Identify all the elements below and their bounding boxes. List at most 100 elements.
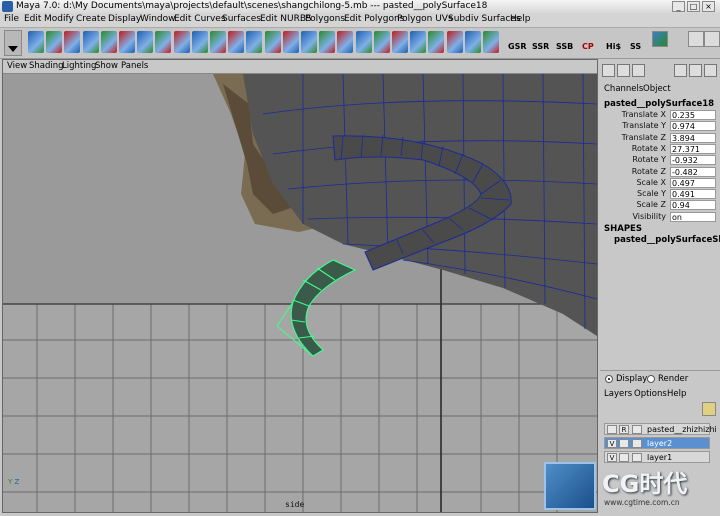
menu-surfaces[interactable]: Surfaces — [222, 14, 261, 24]
menu-polygon-uvs[interactable]: Polygon UVs — [397, 14, 453, 24]
toggle-icon[interactable] — [704, 64, 717, 77]
scene-canvas[interactable] — [3, 74, 597, 512]
panel-menu-show[interactable]: Show — [95, 61, 118, 71]
panel-menu-view[interactable]: View — [7, 61, 27, 71]
sphere-icon[interactable] — [64, 31, 81, 53]
split-edge-ring-icon[interactable] — [446, 31, 463, 53]
extract-icon[interactable] — [301, 31, 317, 53]
channel-row[interactable]: Translate X 0.235 — [600, 110, 718, 121]
move-tool-icon[interactable] — [28, 31, 44, 53]
subdivide-icon[interactable] — [337, 31, 354, 53]
tool-settings-icon[interactable] — [632, 64, 645, 77]
channel-row[interactable]: Visibility on — [600, 211, 718, 223]
channel-value-field[interactable]: on — [670, 211, 716, 222]
menu-file[interactable]: File — [4, 14, 19, 24]
panel-menu-panels[interactable]: Panels — [121, 61, 148, 71]
duplicate-face-icon[interactable] — [282, 31, 299, 53]
extrude-face-icon[interactable] — [137, 31, 154, 53]
channel-row[interactable]: Scale Y 0.491 — [600, 189, 718, 200]
layer-menu-help[interactable]: Help — [667, 389, 686, 399]
chamfer-icon[interactable] — [392, 31, 408, 53]
cube-icon[interactable] — [82, 31, 99, 53]
shelf-button-ss[interactable]: SS — [630, 42, 641, 51]
channel-row[interactable]: Rotate Z -0.482 — [600, 166, 718, 178]
channel-value-field[interactable]: 0.974 — [670, 121, 716, 132]
trash-icon[interactable] — [704, 31, 720, 47]
channel-row[interactable]: Rotate X 27.371 — [600, 143, 718, 155]
uv-editor-icon[interactable] — [483, 31, 499, 53]
collapse-icon[interactable] — [355, 31, 372, 53]
layer-menu-layers[interactable]: Layers — [604, 389, 632, 399]
channel-value-field[interactable]: 27.371 — [670, 143, 716, 154]
merge-vertices-icon[interactable] — [155, 31, 172, 53]
channel-value-field[interactable]: -0.482 — [670, 166, 716, 177]
scale-tool-icon[interactable] — [46, 31, 63, 53]
shelf-menu-tab[interactable] — [4, 30, 22, 56]
channel-row[interactable]: Scale X 0.497 — [600, 177, 718, 189]
layer-type-toggle[interactable]: R — [619, 425, 629, 434]
combine-icon[interactable] — [191, 31, 208, 53]
channel-row[interactable]: Rotate Y -0.932 — [600, 155, 718, 166]
render-icon[interactable] — [689, 64, 702, 77]
channel-menu-channels[interactable]: Channels — [604, 84, 643, 94]
channel-row[interactable]: Translate Y 0.974 — [600, 121, 718, 132]
menu-edit-polygons[interactable]: Edit Polygons — [344, 14, 404, 24]
channel-value-field[interactable]: 0.491 — [670, 189, 716, 200]
mirror-icon[interactable] — [428, 31, 445, 53]
channel-value-field[interactable]: 0.497 — [670, 177, 716, 188]
shelf-button-ssb[interactable]: SSB — [556, 42, 573, 51]
split-polygon-icon[interactable] — [119, 31, 135, 53]
minimize-button[interactable]: _ — [672, 1, 685, 12]
layer-color-swatch[interactable] — [632, 439, 642, 448]
separate-icon[interactable] — [210, 31, 226, 53]
layer-color-swatch[interactable] — [632, 425, 642, 434]
cylinder-icon[interactable] — [100, 31, 117, 53]
channel-value-field[interactable]: -0.932 — [670, 155, 716, 166]
panel-menu-shading[interactable]: Shading — [29, 61, 64, 71]
shape-node-name[interactable]: pasted__polySurfaceSha — [614, 235, 720, 245]
layer-type-toggle[interactable] — [619, 439, 629, 448]
layer-row[interactable]: Rpasted__zhizhizhi — [604, 423, 717, 435]
menu-modify[interactable]: Modify — [44, 14, 74, 24]
layer-menu-options[interactable]: Options — [634, 389, 667, 399]
delete-edge-icon[interactable] — [373, 31, 390, 53]
render-mode-radio[interactable] — [647, 375, 655, 383]
channel-value-field[interactable]: 0.94 — [670, 200, 716, 211]
shelf-button-cp[interactable]: CP — [582, 42, 594, 51]
poke-icon[interactable] — [319, 31, 336, 53]
menu-window[interactable]: Window — [140, 14, 176, 24]
lights-icon[interactable] — [674, 64, 687, 77]
layer-visibility-toggle[interactable] — [607, 425, 617, 434]
append-polygon-icon[interactable] — [246, 31, 263, 53]
menu-help[interactable]: Help — [510, 14, 531, 24]
channel-value-field[interactable]: 0.235 — [670, 110, 716, 120]
attribute-editor-icon[interactable] — [617, 64, 630, 77]
channel-box-icon[interactable] — [602, 64, 615, 77]
menu-polygons[interactable]: Polygons — [305, 14, 345, 24]
shelf-options-icon[interactable] — [688, 31, 704, 47]
close-button[interactable]: × — [702, 1, 715, 12]
maximize-button[interactable]: □ — [687, 1, 700, 12]
menu-edit-curves[interactable]: Edit Curves — [174, 14, 226, 24]
panel-menu-lighting[interactable]: Lighting — [62, 61, 96, 71]
smooth-icon[interactable] — [173, 31, 190, 53]
menu-edit-nurbs[interactable]: Edit NURBS — [260, 14, 312, 24]
channel-row[interactable]: Scale Z 0.94 — [600, 200, 718, 211]
channel-value-field[interactable]: 3.894 — [670, 132, 716, 143]
menu-edit[interactable]: Edit — [24, 14, 41, 24]
menu-display[interactable]: Display — [108, 14, 141, 24]
new-layer-icon[interactable] — [702, 402, 716, 416]
shelf-button-his[interactable]: Hi$ — [606, 42, 621, 51]
wedge-icon[interactable] — [264, 31, 281, 53]
shelf-button-ssr[interactable]: SSR — [532, 42, 549, 51]
layer-row[interactable]: Vlayer2 — [604, 437, 710, 449]
shelf-icon-extra[interactable] — [652, 31, 668, 47]
layer-visibility-toggle[interactable]: V — [607, 439, 617, 448]
channel-menu-object[interactable]: Object — [643, 84, 671, 94]
uv-map-icon[interactable] — [464, 31, 481, 53]
channel-row[interactable]: Translate Z 3.894 — [600, 132, 718, 144]
display-mode-radio[interactable] — [605, 375, 613, 383]
cut-faces-icon[interactable] — [410, 31, 427, 53]
bevel-icon[interactable] — [228, 31, 245, 53]
shelf-button-gsr[interactable]: GSR — [508, 42, 527, 51]
